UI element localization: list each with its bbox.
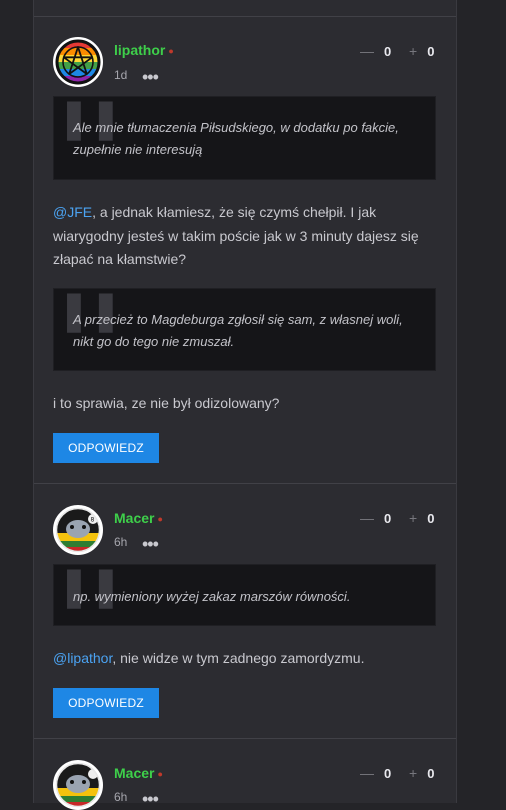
upvote-count: 0 [427, 511, 435, 526]
reply-button[interactable]: ODPOWIEDZ [53, 688, 159, 718]
downvote[interactable]: —0 [360, 765, 391, 781]
avatar[interactable]: 8 [53, 505, 103, 555]
svg-text:8: 8 [91, 517, 95, 524]
comments-column: lipathor ● 1d ••• —0 +0 ❚❚ Ale mnie tłuma… [33, 0, 457, 810]
comment-text-body: , nie widze w tym zadnego zamordyzmu. [112, 650, 365, 666]
plus-icon[interactable]: + [409, 43, 417, 59]
minus-icon[interactable]: — [360, 43, 374, 59]
downvote-count: 0 [384, 44, 392, 59]
comment-text: @lipathor, nie widze w tym zadnego zamor… [53, 647, 436, 671]
upvote[interactable]: +0 [409, 765, 434, 781]
divider [34, 738, 456, 739]
upvote[interactable]: +0 [409, 43, 434, 59]
rainbow-pentagram-avatar-icon [55, 39, 101, 85]
downvote[interactable]: —0 [360, 43, 391, 59]
timestamp: 1d [114, 68, 128, 82]
upvote-count: 0 [427, 44, 435, 59]
blockquote: ❚❚ A przecież to Magdeburga zgłosił się … [53, 287, 436, 371]
user-mention[interactable]: @lipathor [53, 650, 112, 666]
downvote-count: 0 [384, 511, 392, 526]
username[interactable]: lipathor ● [114, 42, 174, 58]
blockquote: ❚❚ Ale mnie tłumaczenia Piłsudskiego, w … [53, 95, 436, 180]
status-dot-icon: ● [168, 46, 174, 57]
username[interactable]: Macer ● [114, 765, 163, 781]
more-options-icon[interactable]: ••• [142, 535, 159, 553]
plus-icon[interactable]: + [409, 510, 417, 526]
quote-text: np. wymieniony wyżej zakaz marszów równo… [73, 589, 351, 604]
avatar[interactable] [53, 37, 103, 87]
minus-icon[interactable]: — [360, 765, 374, 781]
blockquote: ❚❚ np. wymieniony wyżej zakaz marszów ró… [53, 563, 436, 626]
upvote[interactable]: +0 [409, 510, 434, 526]
downvote-count: 0 [384, 766, 392, 781]
minus-icon[interactable]: — [360, 510, 374, 526]
timestamp: 6h [114, 790, 128, 804]
comment-text: i to sprawia, ze nie był odizolowany? [53, 395, 280, 411]
user-mention[interactable]: @JFE [53, 204, 92, 220]
upvote-count: 0 [427, 766, 435, 781]
quote-text: A przecież to Magdeburga zgłosił się sam… [73, 312, 403, 349]
timestamp: 6h [114, 535, 128, 549]
badge-avatar-icon [55, 762, 101, 808]
plus-icon[interactable]: + [409, 765, 417, 781]
username[interactable]: Macer ● [114, 510, 163, 526]
downvote[interactable]: —0 [360, 510, 391, 526]
quote-text: Ale mnie tłumaczenia Piłsudskiego, w dod… [73, 120, 399, 157]
status-dot-icon: ● [157, 514, 163, 525]
badge-avatar-icon: 8 [55, 507, 101, 553]
status-dot-icon: ● [157, 769, 163, 780]
divider [34, 16, 456, 17]
divider [34, 483, 456, 484]
comment-text-body: , a jednak kłamiesz, że się czymś chełpi… [53, 204, 419, 267]
comment-text: @JFE, a jednak kłamiesz, że się czymś ch… [53, 201, 436, 272]
reply-button[interactable]: ODPOWIEDZ [53, 433, 159, 463]
more-options-icon[interactable]: ••• [142, 68, 159, 86]
